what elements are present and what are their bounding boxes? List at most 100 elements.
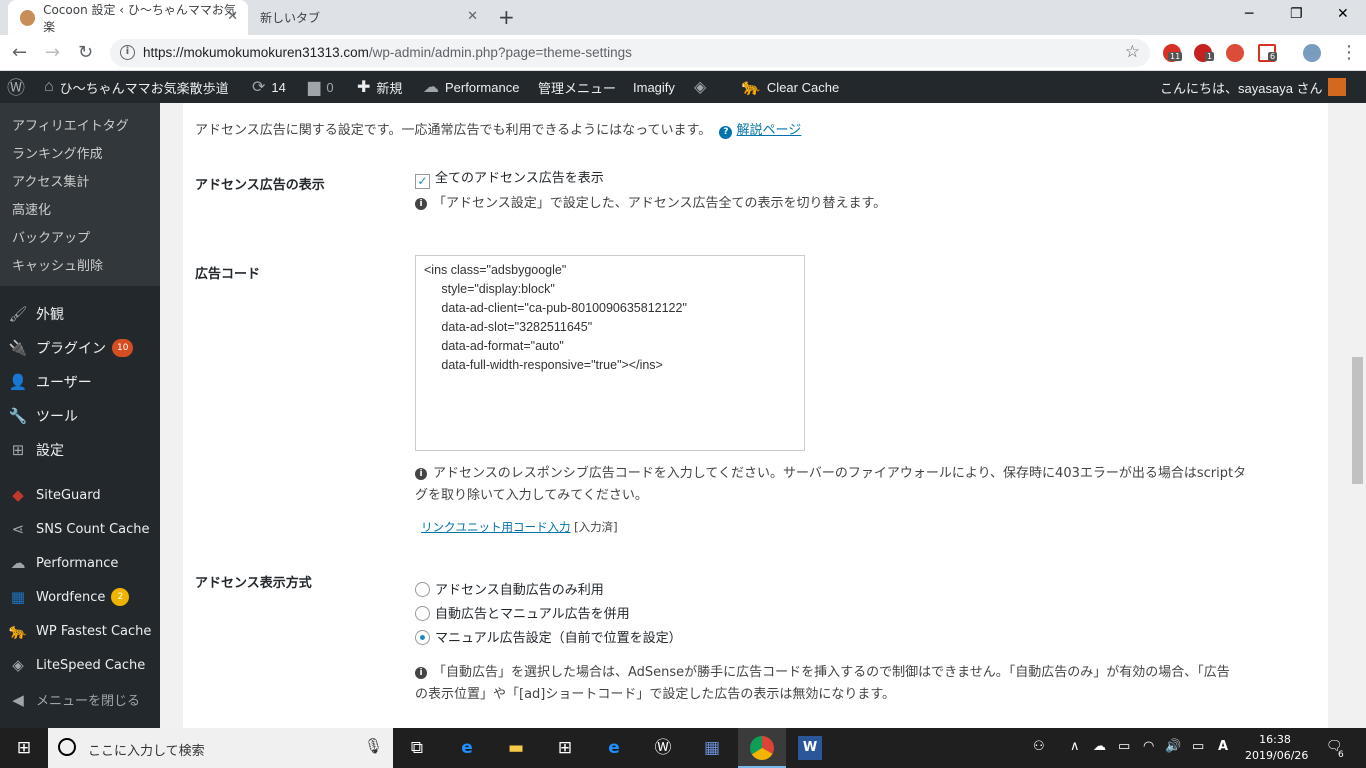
info-icon: i	[415, 198, 427, 210]
sidebar-item-wp-fastest-cache[interactable]: 🐆 WP Fastest Cache	[8, 622, 152, 640]
file-explorer-icon[interactable]: ▬	[504, 736, 528, 760]
clear-cache-link[interactable]: 🐆 Clear Cache	[741, 71, 839, 103]
submenu-ranking[interactable]: ランキング作成	[12, 143, 103, 162]
browser-toolbar: ← → ↻ i https://mokumokumokuren31313.com…	[0, 35, 1366, 71]
cheetah-icon: 🐆	[8, 622, 28, 640]
sidebar-item-performance[interactable]: ☁ Performance	[8, 554, 119, 572]
sidebar-item-wordfence[interactable]: ▦ Wordfence 2	[8, 588, 130, 606]
wifi-icon[interactable]: ◠	[1143, 739, 1154, 754]
tab-new-tab[interactable]: 新しいタブ ✕	[248, 0, 488, 35]
wordfence-count-badge: 2	[111, 588, 130, 606]
wordpress-logo-icon[interactable]: Ⓦ	[7, 71, 25, 103]
battery-icon[interactable]: ▭	[1118, 739, 1130, 754]
keyboard-icon[interactable]: ▭	[1192, 739, 1204, 754]
checkbox-checked-icon[interactable]: ✓	[415, 174, 430, 189]
tab-cocoon-settings[interactable]: Cocoon 設定 ‹ ひ〜ちゃんママお気楽 ✕	[8, 0, 248, 35]
chrome-icon	[750, 736, 774, 760]
performance-icon: ☁	[423, 79, 439, 96]
onedrive-icon[interactable]: ☁	[1093, 739, 1106, 754]
task-view-icon[interactable]: ⧉	[405, 736, 429, 760]
brush-icon: 🖌	[8, 305, 28, 323]
address-bar[interactable]: i https://mokumokumokuren31313.com/wp-ad…	[110, 39, 1150, 67]
display-label: アドセンス広告の表示	[195, 178, 325, 193]
windows-start-icon[interactable]: ⊞	[12, 736, 36, 760]
imagify-link[interactable]: Imagify	[633, 71, 675, 103]
url-text[interactable]: https://mokumokumokuren31313.com/wp-admi…	[143, 45, 632, 60]
microphone-icon[interactable]: 🎙	[364, 737, 383, 755]
extension-badge: 6	[1268, 52, 1278, 61]
minimize-button[interactable]: ─	[1245, 6, 1253, 22]
back-icon[interactable]: ←	[12, 42, 27, 63]
tab-title: 新しいタブ	[260, 11, 321, 25]
extension-badge: 11	[1168, 52, 1183, 61]
plugins-count-badge: 10	[112, 339, 134, 357]
sidebar-item-settings[interactable]: ⊞ 設定	[8, 440, 64, 460]
word-icon[interactable]: W	[798, 736, 822, 760]
wp-admin-bar: Ⓦ ⌂ ひ〜ちゃんママお気楽散歩道 ⟳ 14 ▆ 0 ✚ 新規 ☁ Performance…	[0, 71, 1366, 103]
radio-button[interactable]	[415, 582, 430, 597]
extension-image-icon[interactable]	[1303, 44, 1321, 62]
new-tab-button[interactable]: +	[498, 5, 515, 29]
radio-auto-only[interactable]: アドセンス自動広告のみ利用	[415, 579, 604, 598]
sidebar-item-users[interactable]: 👤 ユーザー	[8, 372, 92, 392]
internet-explorer-icon[interactable]: e	[602, 736, 626, 760]
new-content-link[interactable]: ✚ 新規	[357, 71, 402, 103]
ime-indicator[interactable]: A	[1218, 739, 1228, 754]
updates-link[interactable]: ⟳ 14	[252, 71, 286, 103]
sidebar-item-litespeed-cache[interactable]: ◈ LiteSpeed Cache	[8, 656, 145, 674]
chrome-menu-icon[interactable]: ⋮	[1340, 42, 1358, 63]
performance-link[interactable]: ☁ Performance	[423, 71, 519, 103]
forward-icon[interactable]: →	[45, 42, 60, 63]
reload-icon[interactable]: ↻	[78, 42, 93, 63]
wordpress-app-icon[interactable]: Ⓦ	[651, 736, 675, 760]
radio-manual[interactable]: マニュアル広告設定（自前で位置を設定）	[415, 627, 682, 646]
help-page-link[interactable]: 解説ページ	[737, 123, 802, 138]
scrollbar-thumb[interactable]	[1352, 357, 1363, 484]
radio-button-selected[interactable]	[415, 630, 430, 645]
sidebar-item-plugins[interactable]: 🔌 プラグイン 10	[8, 338, 134, 358]
sidebar-item-sns-count-cache[interactable]: ⋖ SNS Count Cache	[8, 520, 150, 538]
ad-code-textarea[interactable]: <ins class="adsbygoogle" style="display:…	[415, 255, 805, 451]
show-hidden-icons-icon[interactable]: ∧	[1070, 739, 1080, 754]
browser-tab-strip: Cocoon 設定 ‹ ひ〜ちゃんママお気楽 ✕ 新しいタブ ✕ + ─ ❐ ✕	[0, 0, 1366, 35]
link-unit-code-link[interactable]: リンクユニット用コード入力	[421, 520, 571, 534]
volume-icon[interactable]: 🔊	[1165, 739, 1181, 754]
submenu-backup[interactable]: バックアップ	[12, 227, 90, 246]
diamond-icon[interactable]: ◈	[694, 71, 712, 103]
site-name-link[interactable]: ⌂ ひ〜ちゃんママお気楽散歩道	[44, 71, 229, 103]
collapse-menu-button[interactable]: ◀ メニューを閉じる	[8, 690, 140, 710]
edge-icon[interactable]: e	[455, 736, 479, 760]
share-icon: ⋖	[11, 520, 25, 538]
restore-button[interactable]: ❐	[1290, 6, 1303, 22]
admin-menu-link[interactable]: 管理メニュー	[538, 71, 616, 103]
submenu-access[interactable]: アクセス集計	[12, 171, 89, 190]
tab-close-icon[interactable]: ✕	[227, 9, 238, 24]
chrome-taskbar-button[interactable]	[738, 728, 786, 768]
radio-auto-and-manual[interactable]: 自動広告とマニュアル広告を併用	[415, 603, 630, 622]
people-icon[interactable]: ⚇	[1033, 739, 1045, 754]
comments-link[interactable]: ▆ 0	[308, 71, 334, 103]
google-plus-icon[interactable]	[1226, 44, 1244, 62]
adsense-display-checkbox[interactable]: ✓ 全てのアドセンス広告を表示	[415, 167, 604, 189]
cheetah-icon: 🐆	[741, 79, 761, 96]
taskbar-search-box[interactable]: ここに入力して検索 🎙	[48, 728, 393, 768]
sidebar-item-siteguard[interactable]: ◆ SiteGuard	[8, 486, 100, 504]
extension-badge: 1	[1205, 52, 1215, 61]
siteguard-icon: ◆	[12, 486, 24, 504]
submenu-clear-cache[interactable]: キャッシュ削除	[12, 255, 103, 274]
radio-button[interactable]	[415, 606, 430, 621]
clock[interactable]: 16:38 2019/06/26	[1245, 732, 1308, 764]
bookmark-star-icon[interactable]: ☆	[1125, 42, 1140, 62]
calculator-icon[interactable]: ▦	[700, 736, 724, 760]
litespeed-icon: ◈	[12, 656, 24, 674]
submenu-affiliate-tag[interactable]: アフィリエイトタグ	[12, 115, 129, 134]
store-icon[interactable]: ⊞	[553, 736, 577, 760]
settings-panel: アドセンス広告に関する設定です。一応通常広告でも利用できるようにはなっています。…	[183, 103, 1328, 728]
close-window-button[interactable]: ✕	[1337, 6, 1349, 22]
account-link[interactable]: こんにちは、sayasaya さん	[1160, 71, 1346, 103]
tab-close-icon[interactable]: ✕	[467, 9, 478, 24]
sidebar-item-appearance[interactable]: 🖌 外観	[8, 304, 64, 324]
submenu-speedup[interactable]: 高速化	[12, 199, 51, 218]
site-info-icon[interactable]: i	[120, 45, 135, 60]
sidebar-item-tools[interactable]: 🔧 ツール	[8, 406, 78, 426]
